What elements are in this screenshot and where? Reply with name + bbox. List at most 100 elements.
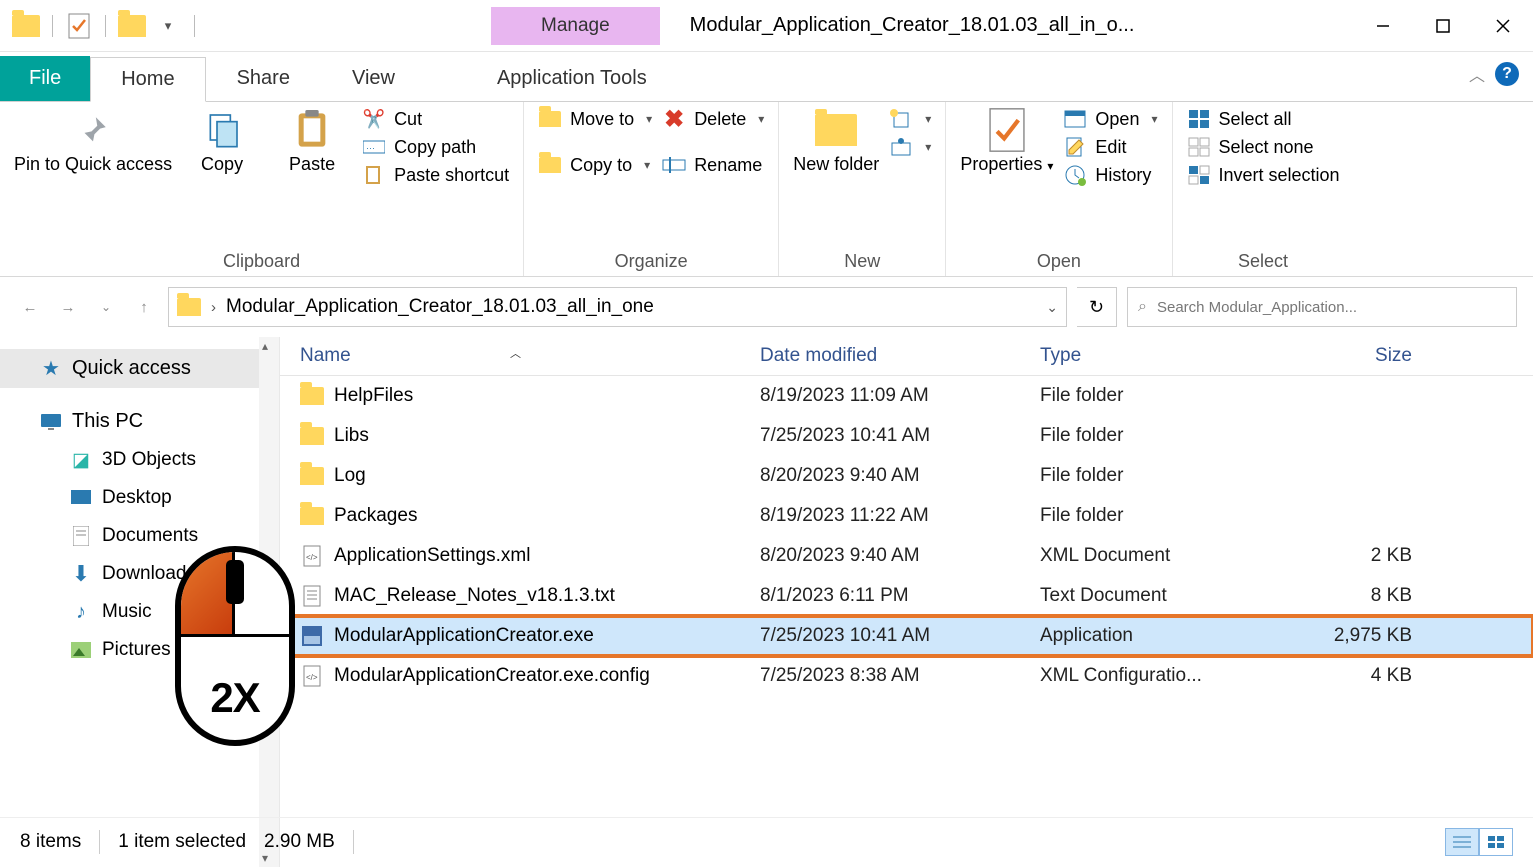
sidebar-item-this-pc[interactable]: This PC <box>0 402 279 441</box>
item-count: 8 items <box>20 831 81 853</box>
minimize-button[interactable] <box>1353 6 1413 46</box>
easy-access-button[interactable] <box>889 136 931 158</box>
back-button[interactable]: ← <box>16 293 44 321</box>
new-folder-button[interactable]: New folder <box>793 108 879 175</box>
folder-icon <box>300 384 324 408</box>
address-bar[interactable]: › Modular_Application_Creator_18.01.03_a… <box>168 287 1067 327</box>
properties-qat-button[interactable] <box>65 12 93 40</box>
column-size[interactable]: Size <box>1280 345 1430 367</box>
file-row[interactable]: Libs7/25/2023 10:41 AMFile folder <box>280 416 1533 456</box>
close-button[interactable] <box>1473 6 1533 46</box>
open-button[interactable]: Open <box>1063 108 1157 130</box>
select-all-label: Select all <box>1219 109 1292 130</box>
rename-label: Rename <box>694 155 762 176</box>
select-all-button[interactable]: Select all <box>1187 108 1340 130</box>
separator <box>52 15 53 37</box>
icons-view-button[interactable] <box>1479 828 1513 856</box>
sidebar-item-quick-access[interactable]: ★ Quick access <box>0 349 279 388</box>
file-row[interactable]: HelpFiles8/19/2023 11:09 AMFile folder <box>280 376 1533 416</box>
file-name: Log <box>334 465 366 487</box>
edit-icon <box>1063 136 1087 158</box>
qat-dropdown[interactable]: ▾ <box>154 12 182 40</box>
file-date: 7/25/2023 10:41 AM <box>760 425 1040 447</box>
new-item-button[interactable] <box>889 108 931 130</box>
copy-label: Copy <box>201 154 243 175</box>
history-button[interactable]: History <box>1063 164 1157 186</box>
edit-button[interactable]: Edit <box>1063 136 1157 158</box>
tab-application-tools[interactable]: Application Tools <box>466 56 678 101</box>
details-view-button[interactable] <box>1445 828 1479 856</box>
paste-button[interactable]: Paste <box>272 108 352 175</box>
invert-label: Invert selection <box>1219 165 1340 186</box>
copy-icon <box>200 108 244 152</box>
file-type: File folder <box>1040 465 1280 487</box>
sidebar-item-label: Documents <box>102 525 198 547</box>
file-row[interactable]: Log8/20/2023 9:40 AMFile folder <box>280 456 1533 496</box>
separator <box>99 830 100 854</box>
column-type[interactable]: Type <box>1040 345 1280 367</box>
chevron-down-icon[interactable]: ⌄ <box>1046 299 1058 316</box>
tab-share[interactable]: Share <box>206 56 321 101</box>
scissors-icon: ✂️ <box>362 108 386 130</box>
music-icon: ♪ <box>70 601 92 623</box>
open-label: Open <box>1095 109 1139 130</box>
file-row[interactable]: </>ApplicationSettings.xml8/20/2023 9:40… <box>280 536 1533 576</box>
easy-access-icon <box>889 136 913 158</box>
properties-label: Properties <box>960 154 1042 174</box>
file-row[interactable]: Packages8/19/2023 11:22 AMFile folder <box>280 496 1533 536</box>
folder-icon <box>300 424 324 448</box>
delete-button[interactable]: ✖Delete <box>662 108 764 130</box>
breadcrumb-segment[interactable]: Modular_Application_Creator_18.01.03_all… <box>226 296 654 318</box>
file-row[interactable]: </>ModularApplicationCreator.exe.config7… <box>280 656 1533 696</box>
file-type: XML Configuratio... <box>1040 665 1280 687</box>
properties-icon <box>985 108 1029 152</box>
file-row[interactable]: MAC_Release_Notes_v18.1.3.txt8/1/2023 6:… <box>280 576 1533 616</box>
ribbon-group-open: Properties ▾ Open Edit History Open <box>946 102 1172 276</box>
up-button[interactable]: ↑ <box>130 293 158 321</box>
sidebar-item-desktop[interactable]: Desktop <box>0 479 279 517</box>
maximize-button[interactable] <box>1413 6 1473 46</box>
file-row[interactable]: ModularApplicationCreator.exe7/25/2023 1… <box>280 616 1533 656</box>
collapse-ribbon-icon[interactable]: ︿ <box>1469 62 1485 86</box>
nav-bar: ← → ⌄ ↑ › Modular_Application_Creator_18… <box>0 277 1533 337</box>
select-all-icon <box>1187 108 1211 130</box>
ribbon-group-clipboard: Pin to Quick access Copy Paste ✂️Cut ···… <box>0 102 524 276</box>
exe-icon <box>300 624 324 648</box>
window-controls <box>1353 6 1533 46</box>
column-date[interactable]: Date modified <box>760 345 1040 367</box>
invert-selection-button[interactable]: Invert selection <box>1187 164 1340 186</box>
copy-path-button[interactable]: ···Copy path <box>362 136 509 158</box>
shortcut-icon <box>362 164 386 186</box>
sidebar-item-label: Pictures <box>102 639 171 661</box>
file-date: 7/25/2023 10:41 AM <box>760 625 1040 647</box>
monitor-icon <box>40 411 62 433</box>
invert-icon <box>1187 164 1211 186</box>
pin-to-quick-access-button[interactable]: Pin to Quick access <box>14 108 172 175</box>
recent-dropdown[interactable]: ⌄ <box>92 293 120 321</box>
folder-icon <box>177 298 201 316</box>
file-type: File folder <box>1040 505 1280 527</box>
select-none-button[interactable]: Select none <box>1187 136 1340 158</box>
separator <box>353 830 354 854</box>
rename-button[interactable]: Rename <box>662 154 764 176</box>
folder-move-icon <box>538 108 562 130</box>
properties-button[interactable]: Properties ▾ <box>960 108 1053 175</box>
tab-file[interactable]: File <box>0 56 90 101</box>
paste-shortcut-button[interactable]: Paste shortcut <box>362 164 509 186</box>
cut-button[interactable]: ✂️Cut <box>362 108 509 130</box>
search-input[interactable]: ⌕ Search Modular_Application... <box>1127 287 1517 327</box>
refresh-button[interactable]: ↻ <box>1077 287 1117 327</box>
copy-to-button[interactable]: Copy to <box>538 154 652 176</box>
column-name[interactable]: Name︿ <box>280 345 760 367</box>
help-icon[interactable]: ? <box>1495 62 1519 86</box>
copy-button[interactable]: Copy <box>182 108 262 175</box>
sidebar-item-3d-objects[interactable]: ◪3D Objects <box>0 441 279 479</box>
status-bar: 8 items 1 item selected 2.90 MB <box>0 817 1533 865</box>
forward-button[interactable]: → <box>54 293 82 321</box>
file-date: 8/19/2023 11:22 AM <box>760 505 1040 527</box>
file-size: 2 KB <box>1280 545 1430 567</box>
tab-home[interactable]: Home <box>90 57 205 102</box>
tab-view[interactable]: View <box>321 56 426 101</box>
move-to-button[interactable]: Move to <box>538 108 652 130</box>
group-label-clipboard: Clipboard <box>14 251 509 274</box>
